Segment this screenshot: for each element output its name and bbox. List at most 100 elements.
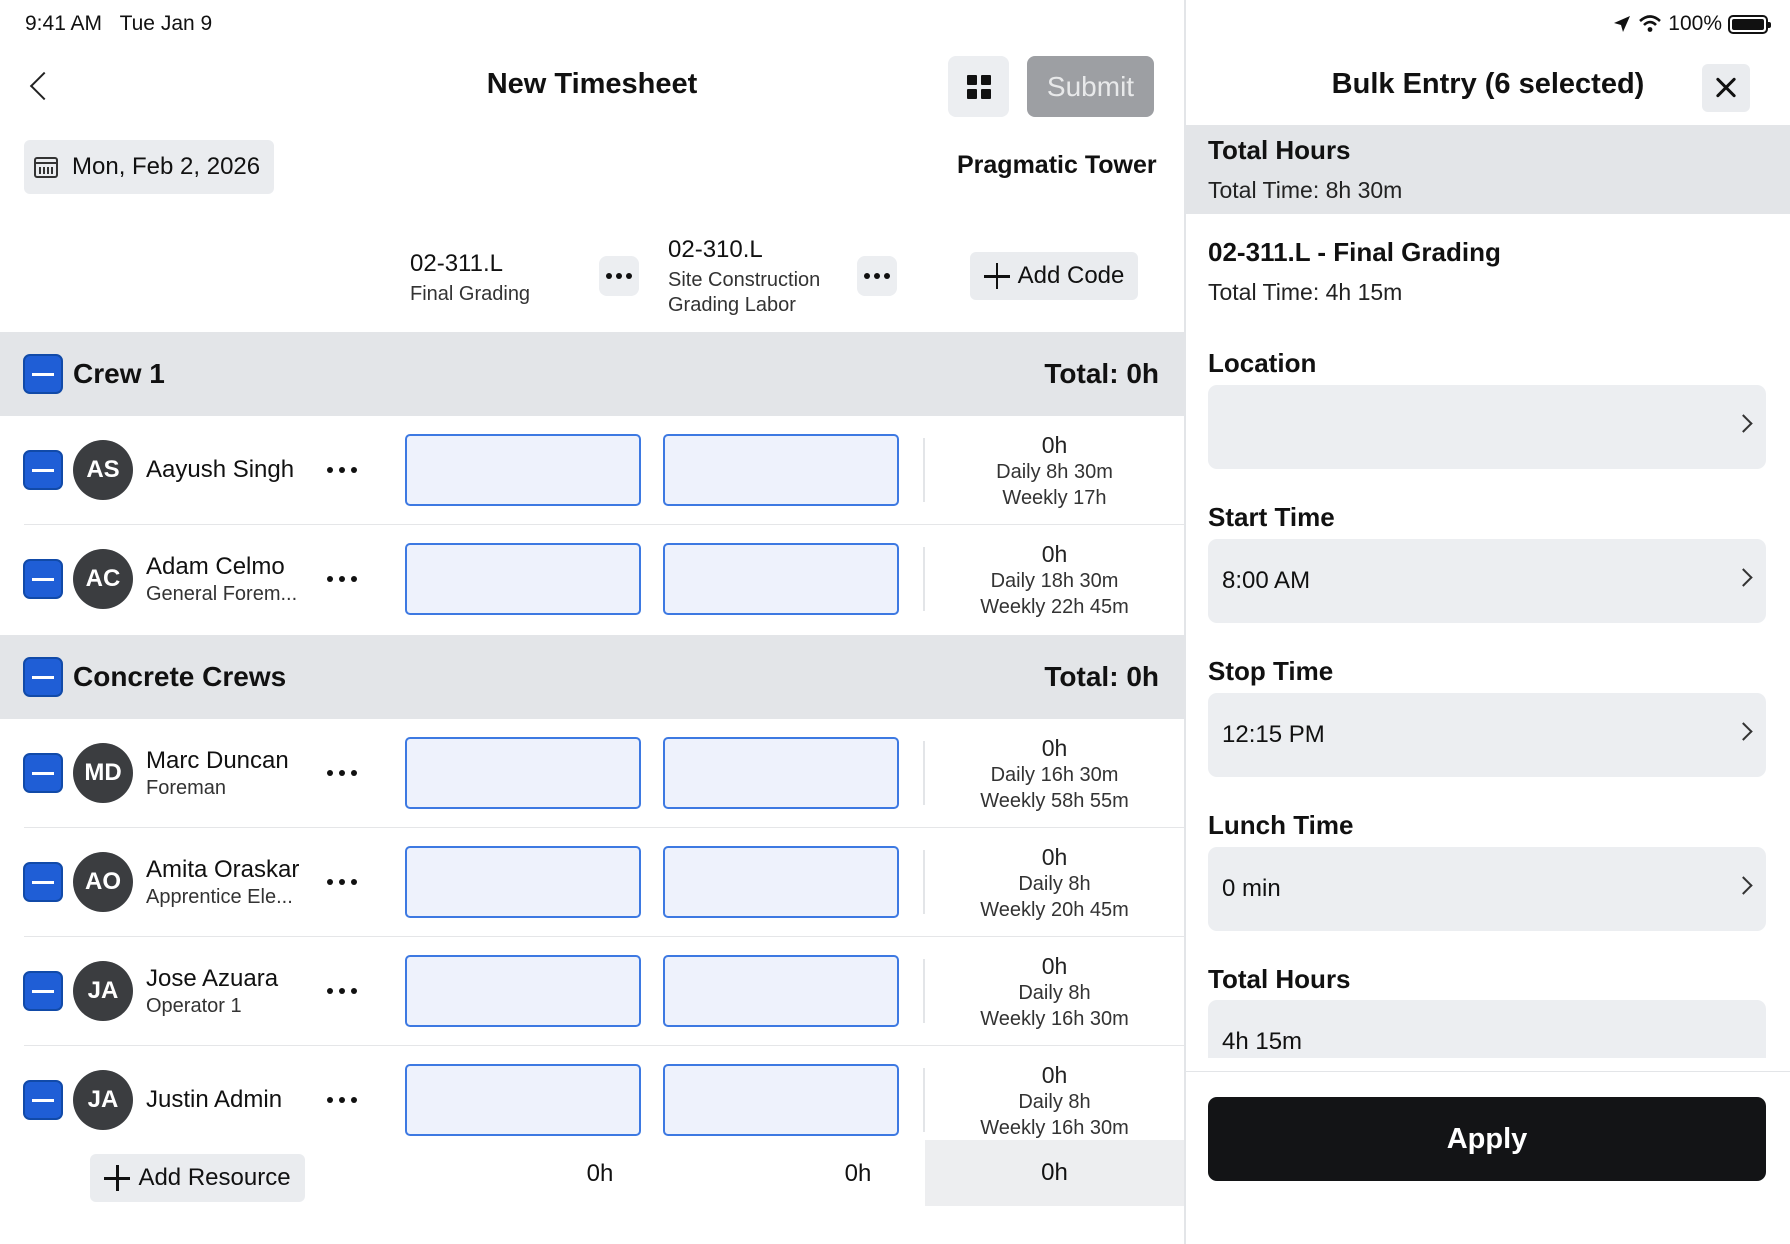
chevron-right-icon bbox=[1734, 568, 1753, 587]
cost-code-header-1: 02-311.L Final Grading bbox=[410, 250, 530, 307]
hours-input-code-1[interactable] bbox=[405, 955, 641, 1027]
row-more-button[interactable] bbox=[327, 988, 357, 994]
resource-name: Amita Oraskar bbox=[146, 856, 300, 883]
submit-button[interactable]: Submit bbox=[1027, 56, 1154, 117]
daily-total: Daily 8h bbox=[1018, 982, 1091, 1004]
start-time-value: 8:00 AM bbox=[1222, 567, 1311, 594]
resource-role: General Forem... bbox=[146, 583, 298, 605]
resource-summary: 0h Daily 8h Weekly 16h 30m bbox=[925, 1062, 1184, 1141]
avatar: AC bbox=[73, 549, 133, 609]
hours-input-code-2[interactable] bbox=[663, 737, 899, 809]
cost-code-id: 02-311.L bbox=[410, 250, 503, 277]
hours-input-code-1[interactable] bbox=[405, 737, 641, 809]
row-select-checkbox[interactable] bbox=[23, 450, 63, 490]
grand-total: 0h bbox=[925, 1140, 1184, 1206]
bulk-entry-panel: Bulk Entry (6 selected) Total Hours Tota… bbox=[1186, 0, 1790, 1244]
row-select-checkbox[interactable] bbox=[23, 971, 63, 1011]
cost-code-name: Final Grading bbox=[410, 283, 531, 305]
hours-input-code-1[interactable] bbox=[405, 1064, 641, 1136]
row-more-button[interactable] bbox=[327, 1097, 357, 1103]
row-more-button[interactable] bbox=[327, 770, 357, 776]
row-select-checkbox[interactable] bbox=[23, 753, 63, 793]
daily-total: Daily 8h bbox=[1018, 1091, 1091, 1113]
hours-input-code-2[interactable] bbox=[663, 846, 899, 918]
row-select-checkbox[interactable] bbox=[23, 1080, 63, 1120]
date-label: Mon, Feb 2, 2026 bbox=[72, 153, 261, 180]
resource-summary: 0h Daily 18h 30m Weekly 22h 45m bbox=[925, 541, 1184, 620]
resource-row: JA Justin Admin 0h Daily 8h Weekly 16h 3… bbox=[0, 1046, 1184, 1142]
hours-input-code-1[interactable] bbox=[405, 543, 641, 615]
resource-name: Jose Azuara bbox=[146, 965, 279, 992]
start-time-label: Start Time bbox=[1208, 502, 1335, 532]
date-picker-button[interactable]: Mon, Feb 2, 2026 bbox=[24, 140, 274, 194]
group-header-crew-1: Crew 1 Total: 0h bbox=[0, 332, 1184, 416]
cost-code-header-2: 02-310.L Site Construction Grading Labor bbox=[668, 236, 820, 318]
chevron-right-icon bbox=[1734, 722, 1753, 741]
row-select-checkbox[interactable] bbox=[23, 862, 63, 902]
resource-row: MD Marc Duncan Foreman 0h Daily 16h 30m … bbox=[0, 719, 1184, 828]
total-time: Total Time: 8h 30m bbox=[1208, 177, 1403, 203]
hours-input-code-2[interactable] bbox=[663, 955, 899, 1027]
hours-input-code-1[interactable] bbox=[405, 846, 641, 918]
weekly-total: Weekly 16h 30m bbox=[980, 1117, 1129, 1139]
resource-row: AO Amita Oraskar Apprentice Ele... 0h Da… bbox=[0, 828, 1184, 937]
daily-total: Daily 18h 30m bbox=[990, 570, 1119, 592]
location-field[interactable] bbox=[1208, 385, 1766, 469]
total-hours-field[interactable]: 4h 15m bbox=[1208, 1000, 1766, 1058]
resource-row: AC Adam Celmo General Forem... 0h Daily … bbox=[0, 525, 1184, 634]
total-hours-label: Total Hours bbox=[1208, 964, 1351, 994]
stop-time-value: 12:15 PM bbox=[1222, 721, 1325, 748]
daily-total: Daily 16h 30m bbox=[990, 764, 1119, 786]
stop-time-label: Stop Time bbox=[1208, 656, 1334, 686]
add-resource-button[interactable]: Add Resource bbox=[90, 1154, 305, 1202]
apply-button[interactable]: Apply bbox=[1208, 1097, 1766, 1181]
code-1-total: 0h bbox=[586, 1160, 614, 1187]
avatar: JA bbox=[73, 961, 133, 1021]
resource-summary: 0h Daily 8h Weekly 20h 45m bbox=[925, 844, 1184, 923]
row-more-button[interactable] bbox=[327, 576, 357, 582]
group-total: Total: 0h bbox=[1044, 661, 1159, 692]
add-code-button[interactable]: Add Code bbox=[970, 252, 1138, 300]
resource-hours: 0h bbox=[1041, 432, 1068, 458]
project-name: Pragmatic Tower bbox=[957, 151, 1157, 179]
group-name: Concrete Crews bbox=[73, 661, 287, 692]
resource-role: Apprentice Ele... bbox=[146, 886, 293, 908]
close-icon[interactable] bbox=[1702, 64, 1750, 112]
row-more-button[interactable] bbox=[327, 467, 357, 473]
group-select-checkbox[interactable] bbox=[23, 354, 63, 394]
total-hours-value: 4h 15m bbox=[1222, 1028, 1303, 1055]
daily-total: Daily 8h bbox=[1018, 873, 1091, 895]
hours-input-code-1[interactable] bbox=[405, 434, 641, 506]
row-more-button[interactable] bbox=[327, 879, 357, 885]
start-time-field[interactable]: 8:00 AM bbox=[1208, 539, 1766, 623]
resource-summary: 0h Daily 8h Weekly 16h 30m bbox=[925, 953, 1184, 1032]
row-select-checkbox[interactable] bbox=[23, 559, 63, 599]
avatar: JA bbox=[73, 1070, 133, 1130]
group-name: Crew 1 bbox=[73, 358, 165, 389]
grid-view-button[interactable] bbox=[948, 56, 1009, 117]
hours-input-code-2[interactable] bbox=[663, 543, 899, 615]
add-resource-label: Add Resource bbox=[138, 1164, 291, 1191]
resource-name: Marc Duncan bbox=[146, 747, 289, 774]
group-select-checkbox[interactable] bbox=[23, 657, 63, 697]
resource-hours: 0h bbox=[1041, 953, 1068, 979]
resource-row: JA Jose Azuara Operator 1 0h Daily 8h We… bbox=[0, 937, 1184, 1046]
hours-input-code-2[interactable] bbox=[663, 434, 899, 506]
code-2-total: 0h bbox=[844, 1160, 872, 1187]
code-2-more-button[interactable] bbox=[857, 256, 897, 296]
lunch-time-field[interactable]: 0 min bbox=[1208, 847, 1766, 931]
resource-hours: 0h bbox=[1041, 541, 1068, 567]
code-1-more-button[interactable] bbox=[599, 256, 639, 296]
weekly-total: Weekly 22h 45m bbox=[980, 596, 1129, 618]
resource-summary: 0h Daily 8h 30m Weekly 17h bbox=[925, 432, 1184, 511]
weekly-total: Weekly 17h bbox=[1002, 487, 1107, 509]
resource-hours: 0h bbox=[1041, 735, 1068, 761]
stop-time-field[interactable]: 12:15 PM bbox=[1208, 693, 1766, 777]
resource-name: Aayush Singh bbox=[146, 456, 295, 483]
code-total-time: Total Time: 4h 15m bbox=[1208, 279, 1403, 305]
chevron-right-icon bbox=[1734, 414, 1753, 433]
hours-input-code-2[interactable] bbox=[663, 1064, 899, 1136]
resource-role: Operator 1 bbox=[146, 995, 242, 1017]
plus-icon bbox=[983, 263, 1010, 289]
chevron-right-icon bbox=[1734, 876, 1753, 895]
